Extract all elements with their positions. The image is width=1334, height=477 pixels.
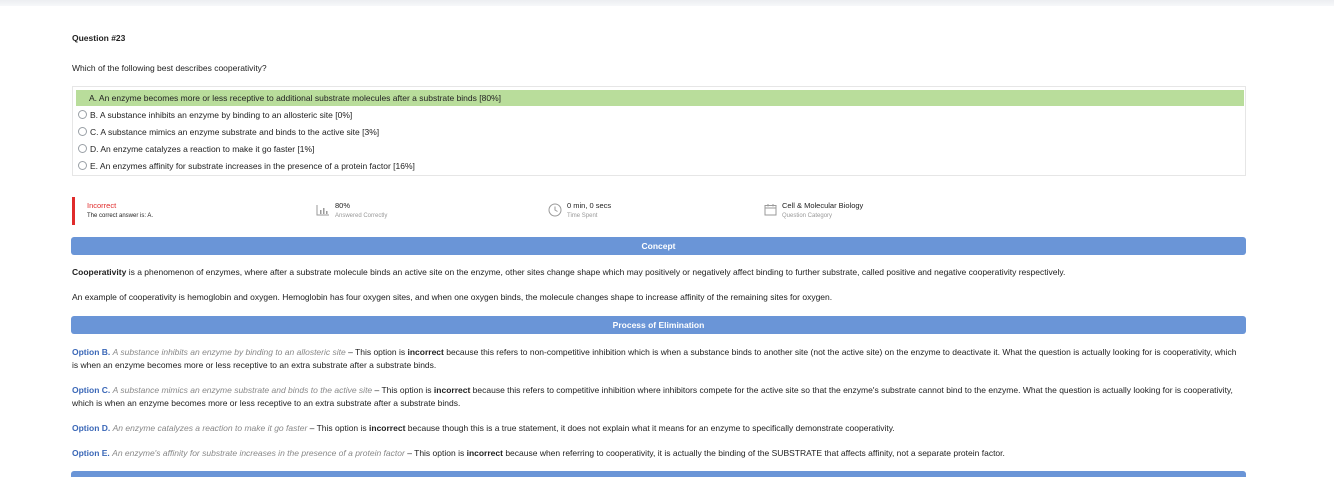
answer-option-b[interactable]: B. A substance inhibits an enzyme by bin…: [76, 107, 1244, 123]
option-quote: A substance inhibits an enzyme by bindin…: [112, 347, 346, 357]
question-category: Cell & Molecular Biology: [782, 201, 864, 210]
radio-button[interactable]: [78, 144, 87, 153]
elimination-option-c: Option C. A substance mimics an enzyme s…: [72, 384, 1242, 410]
bar-chart-icon: [316, 205, 329, 216]
clock-icon: [548, 203, 562, 217]
elimination-option-b: Option B. A substance inhibits an enzyme…: [72, 346, 1242, 372]
option-pre: – This option is: [372, 385, 434, 395]
answer-option-c[interactable]: C. A substance mimics an enzyme substrat…: [76, 124, 1244, 140]
option-label: Option D.: [72, 423, 111, 433]
concept-definition: is a phenomenon of enzymes, where after …: [126, 267, 1066, 277]
option-verdict: incorrect: [407, 347, 444, 357]
option-pre: – This option is: [345, 347, 408, 357]
result-status: Incorrect: [87, 201, 117, 210]
percent-correct-label: Answered Correctly: [335, 213, 388, 219]
radio-button[interactable]: [78, 161, 87, 170]
radio-button[interactable]: [78, 127, 87, 136]
question-text: Which of the following best describes co…: [72, 63, 267, 73]
option-verdict: incorrect: [433, 385, 471, 395]
answer-list: A. An enzyme becomes more or less recept…: [72, 86, 1246, 176]
answer-label: D. An enzyme catalyzes a reaction to mak…: [90, 144, 315, 154]
incorrect-indicator: [72, 197, 75, 225]
percent-correct: 80%: [335, 201, 351, 210]
option-verdict: incorrect: [369, 423, 406, 433]
answer-option-d[interactable]: D. An enzyme catalyzes a reaction to mak…: [76, 141, 1244, 157]
option-quote: An enzyme's affinity for substrate incre…: [112, 448, 408, 458]
option-pre: – This option is: [407, 448, 467, 458]
question-category-label: Question Category: [782, 213, 833, 219]
option-explanation: because when referring to cooperativity,…: [502, 448, 1005, 458]
top-bar: [0, 0, 1334, 6]
radio-button[interactable]: [78, 110, 87, 119]
option-verdict: incorrect: [466, 448, 503, 458]
correct-answer-note: The correct answer is: A.: [87, 213, 154, 219]
question-number: Question #23: [72, 33, 126, 43]
elimination-option-e: Option E. An enzyme's affinity for subst…: [72, 447, 1242, 460]
concept-paragraph-1: Cooperativity is a phenomenon of enzymes…: [72, 266, 1242, 279]
option-label: Option B.: [72, 347, 111, 357]
concept-paragraph-2: An example of cooperativity is hemoglobi…: [72, 292, 833, 302]
answer-label: B. A substance inhibits an enzyme by bin…: [90, 110, 353, 120]
answer-label: A. An enzyme becomes more or less recept…: [89, 93, 501, 103]
answer-option-a[interactable]: A. An enzyme becomes more or less recept…: [76, 90, 1244, 106]
answer-label: E. An enzymes affinity for substrate inc…: [90, 161, 415, 171]
option-pre: – This option is: [307, 423, 370, 433]
concept-term: Cooperativity: [72, 267, 127, 277]
result-stats: Incorrect The correct answer is: A. 80% …: [72, 197, 1246, 225]
option-label: Option C.: [72, 385, 111, 395]
option-explanation: because though this is a true statement,…: [405, 423, 895, 433]
elimination-header[interactable]: Process of Elimination: [71, 316, 1246, 334]
time-spent-label: Time Spent: [567, 213, 598, 219]
calendar-icon: [764, 204, 777, 216]
answer-label: C. A substance mimics an enzyme substrat…: [90, 127, 380, 137]
answer-option-e[interactable]: E. An enzymes affinity for substrate inc…: [76, 158, 1244, 174]
option-label: Option E.: [72, 448, 110, 458]
option-quote: An enzyme catalyzes a reaction to make i…: [112, 423, 308, 433]
elimination-option-d: Option D. An enzyme catalyzes a reaction…: [72, 422, 1242, 435]
concept-header[interactable]: Concept: [71, 237, 1246, 255]
time-spent: 0 min, 0 secs: [567, 201, 612, 210]
option-quote: A substance mimics an enzyme substrate a…: [112, 385, 373, 395]
next-section-header[interactable]: [71, 471, 1246, 477]
